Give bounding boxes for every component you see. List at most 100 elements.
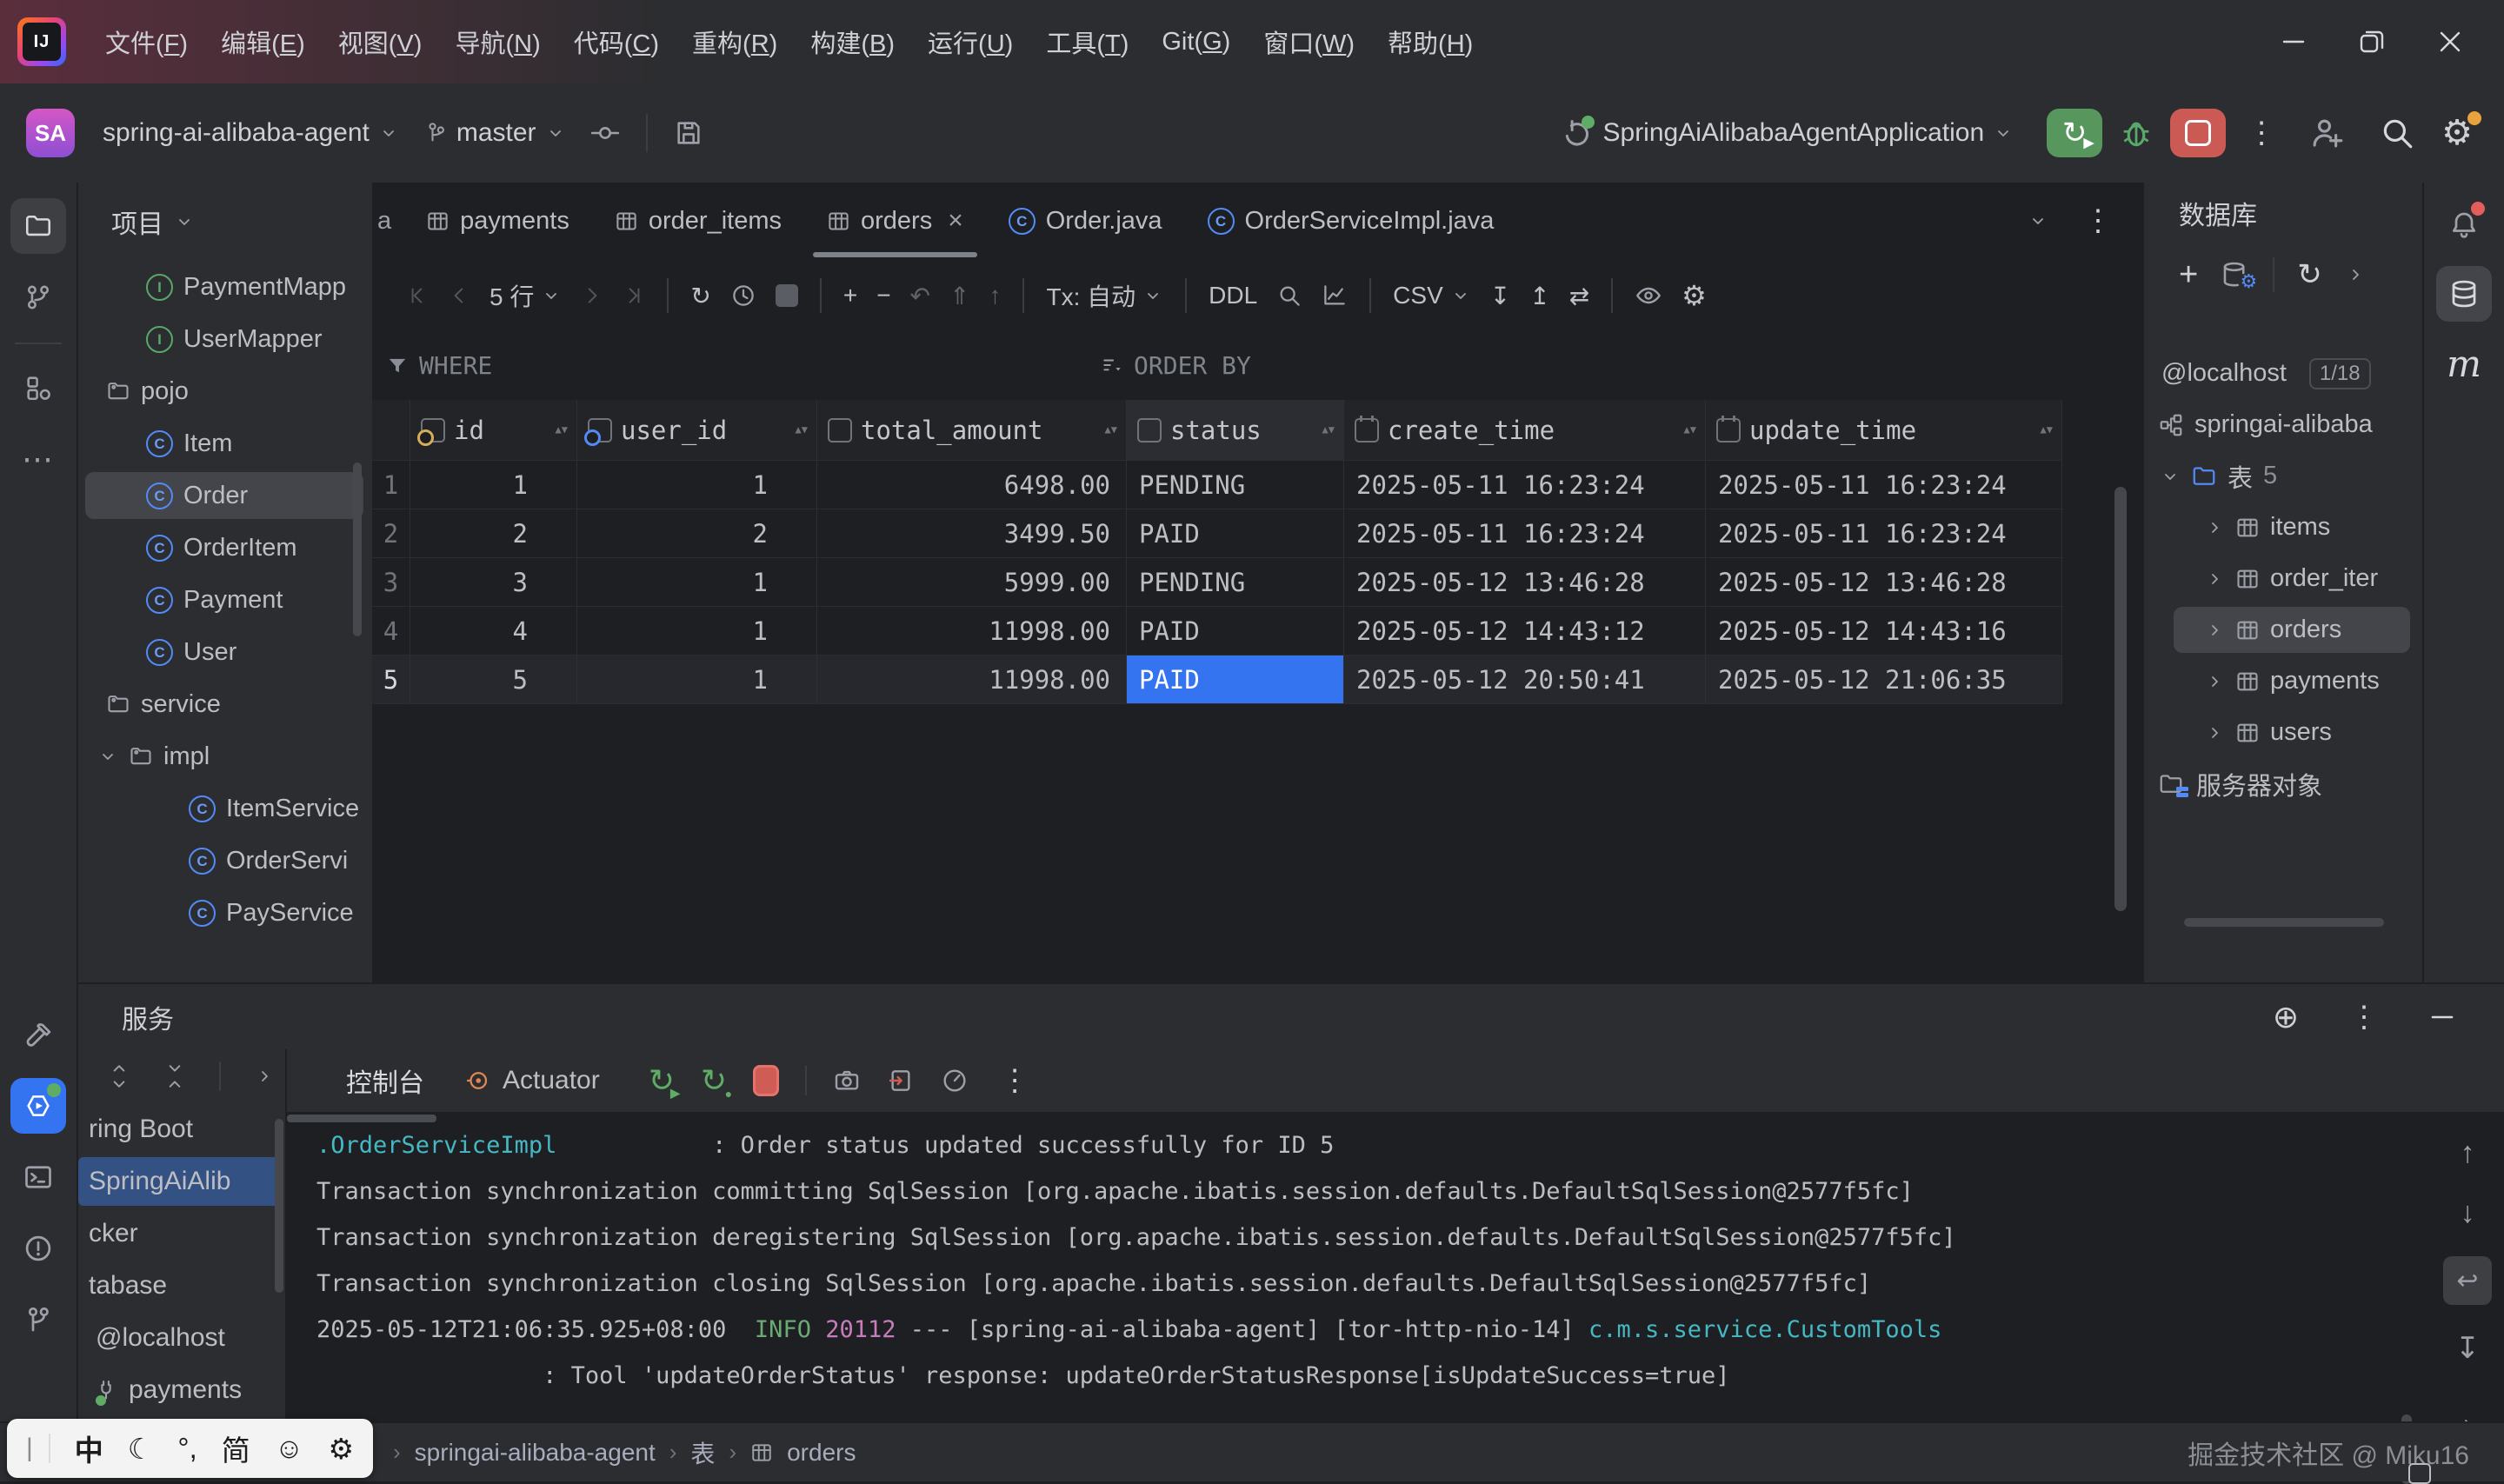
expand-all-icon[interactable]	[108, 1063, 130, 1089]
last-page-icon[interactable]	[623, 284, 645, 307]
services-tool-button[interactable]	[10, 1078, 66, 1134]
service-springaialibaba[interactable]: SpringAiAlib	[78, 1155, 285, 1208]
column-header-total-amount[interactable]: total_amount ▲▼	[817, 400, 1127, 461]
console-options-icon[interactable]: ⋮	[995, 1063, 1029, 1098]
add-row-icon[interactable]: +	[843, 282, 857, 309]
git-tool-button[interactable]	[10, 1292, 66, 1348]
tab-list-chevron-icon[interactable]	[2028, 210, 2048, 231]
project-item-service[interactable]: service	[78, 678, 372, 730]
menu-build[interactable]: 构建(B)	[794, 23, 911, 60]
service-localhost[interactable]: @localhost	[78, 1312, 285, 1364]
search-everywhere-button[interactable]	[2367, 115, 2427, 151]
project-item-impl[interactable]: impl	[78, 730, 372, 782]
project-item-user[interactable]: CUser	[78, 626, 372, 678]
ime-simplified[interactable]: 简	[222, 1427, 250, 1469]
column-header-update-time[interactable]: update_time ▲▼	[1706, 400, 2062, 461]
breadcrumb-orders[interactable]: orders	[787, 1439, 856, 1467]
project-item-paymentmapper[interactable]: IPaymentMapp	[78, 261, 372, 313]
profiler-icon[interactable]	[941, 1067, 969, 1095]
refresh-icon[interactable]: ↻	[2297, 257, 2322, 292]
breadcrumb-tables[interactable]: 表	[690, 1435, 715, 1470]
ime-punctuation[interactable]: °,	[177, 1432, 196, 1465]
db-table-orders[interactable]: orders	[2144, 604, 2422, 655]
menu-refactor[interactable]: 重构(R)	[676, 23, 794, 60]
service-docker[interactable]: cker	[78, 1208, 285, 1260]
tx-mode-select[interactable]: Tx: 自动	[1046, 278, 1163, 313]
tab-orders[interactable]: orders ×	[804, 183, 986, 259]
ime-moon-icon[interactable]: ☾	[128, 1432, 154, 1466]
problems-tool-button[interactable]	[10, 1221, 66, 1276]
db-table-users[interactable]: users	[2144, 707, 2422, 758]
menu-run[interactable]: 运行(U)	[911, 23, 1029, 60]
prev-page-icon[interactable]	[448, 284, 470, 307]
menu-view[interactable]: 视图(V)	[322, 23, 439, 60]
sort-icon[interactable]: ▲▼	[1322, 425, 1335, 435]
menu-navigate[interactable]: 导航(N)	[438, 23, 556, 60]
service-payments[interactable]: payments	[78, 1364, 285, 1416]
table-row[interactable]: 4 4 1 11998.00 PAID 2025-05-12 14:43:12 …	[372, 607, 2142, 655]
tab-clipped[interactable]: a	[372, 207, 403, 236]
selected-cell[interactable]: PAID	[1127, 655, 1344, 704]
download-icon[interactable]: ↧	[1490, 282, 1510, 310]
hide-panel-icon[interactable]	[2429, 1004, 2455, 1030]
db-table-items[interactable]: items	[2144, 502, 2422, 553]
db-connection-localhost[interactable]: @localhost1/18	[2144, 348, 2422, 399]
tab-orderserviceimpl-java[interactable]: C OrderServiceImpl.java	[1185, 183, 1517, 259]
structure-tool-button[interactable]	[10, 360, 66, 416]
menu-code[interactable]: 代码(C)	[557, 23, 676, 60]
tab-order-java[interactable]: C Order.java	[986, 183, 1185, 259]
refresh-icon[interactable]: ↻	[690, 282, 710, 310]
input-method-bar[interactable]: | 中 ☾ °, 简 ☺ ⚙	[7, 1419, 373, 1478]
table-row[interactable]: 1 1 1 6498.00 PENDING 2025-05-11 16:23:2…	[372, 461, 2142, 509]
project-item-order[interactable]: COrder	[78, 469, 372, 522]
soft-wrap-icon[interactable]: ↩	[2443, 1256, 2492, 1305]
first-page-icon[interactable]	[406, 284, 429, 307]
table-row[interactable]: 2 2 2 3499.50 PAID 2025-05-11 16:23:24 2…	[372, 509, 2142, 558]
add-user-button[interactable]	[2297, 115, 2358, 151]
project-item-payment[interactable]: CPayment	[78, 574, 372, 626]
project-item-orderitem[interactable]: COrderItem	[78, 522, 372, 574]
rerun-debug-icon[interactable]: ↻●	[701, 1062, 727, 1099]
minimize-button[interactable]	[2278, 26, 2309, 57]
scroll-down-icon[interactable]: ↓	[2461, 1196, 2475, 1230]
notifications-button[interactable]	[2436, 196, 2492, 252]
stop-button[interactable]	[2170, 109, 2226, 157]
datasource-settings-icon[interactable]: ⚙	[2221, 260, 2250, 289]
database-tool-button[interactable]	[2436, 266, 2492, 322]
run-config-name[interactable]: SpringAiAlibabaAgentApplication	[1603, 118, 1985, 148]
project-item-itemservice[interactable]: CItemService	[78, 782, 372, 835]
project-item-usermapper[interactable]: IUserMapper	[78, 313, 372, 365]
menu-edit[interactable]: 编辑(E)	[204, 23, 322, 60]
history-icon[interactable]	[730, 283, 756, 309]
more-tools-button[interactable]: ⋯	[10, 431, 66, 487]
menu-file[interactable]: 文件(F)	[89, 23, 204, 60]
project-panel-header[interactable]: 项目	[78, 183, 372, 261]
project-item-orderservice[interactable]: COrderServi	[78, 835, 372, 887]
console-output[interactable]: .OrderServiceImpl : Order status updated…	[287, 1112, 2504, 1421]
stop-icon[interactable]	[753, 1065, 779, 1096]
restore-button[interactable]	[2356, 26, 2387, 57]
ime-language[interactable]: 中	[75, 1427, 103, 1469]
branch-switcher[interactable]: master	[411, 118, 578, 148]
table-row-current[interactable]: 5 5 1 11998.00 PAID 2025-05-12 20:50:41 …	[372, 655, 2142, 704]
view-options-icon[interactable]	[1635, 282, 1662, 309]
ddl-button[interactable]: DDL	[1209, 282, 1257, 309]
service-spring-boot[interactable]: ring Boot	[78, 1103, 285, 1155]
upload-icon[interactable]: ↥	[1529, 282, 1549, 310]
tab-console[interactable]: 控制台	[332, 1061, 438, 1100]
chevron-right-icon[interactable]	[254, 1066, 275, 1087]
database-scrollbar[interactable]	[2184, 918, 2384, 927]
table-row[interactable]: 3 3 1 5999.00 PENDING 2025-05-12 13:46:2…	[372, 558, 2142, 607]
menu-git[interactable]: Git(G)	[1145, 28, 1247, 57]
find-icon[interactable]	[1276, 283, 1302, 309]
db-table-order-items[interactable]: order_iter	[2144, 553, 2422, 604]
service-database[interactable]: tabase	[78, 1260, 285, 1312]
db-table-payments[interactable]: payments	[2144, 655, 2422, 707]
scroll-to-end-icon[interactable]: ↧	[2455, 1331, 2481, 1366]
project-scrollbar[interactable]	[353, 463, 362, 636]
project-tool-button[interactable]	[10, 198, 66, 254]
column-header-user-id[interactable]: user_id ▲▼	[577, 400, 817, 461]
maven-tool-button[interactable]: m	[2436, 336, 2492, 391]
where-filter[interactable]: WHERE	[386, 351, 492, 380]
db-server-objects[interactable]: 服务器对象	[2144, 758, 2422, 809]
